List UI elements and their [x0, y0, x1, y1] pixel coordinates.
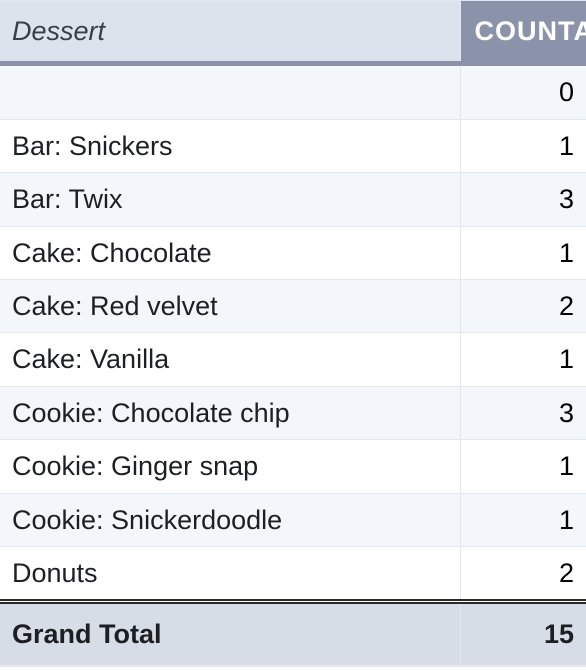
cell-dessert[interactable]: Cake: Red velvet: [0, 279, 460, 332]
table-row[interactable]: Cake: Chocolate 1: [0, 226, 586, 279]
table-row[interactable]: Donuts 2: [0, 546, 586, 601]
cell-count[interactable]: 1: [460, 493, 586, 546]
cell-dessert[interactable]: Cookie: Chocolate chip: [0, 386, 460, 439]
cell-dessert[interactable]: Cookie: Snickerdoodle: [0, 493, 460, 546]
cell-count[interactable]: 2: [460, 546, 586, 601]
pivot-header-row: Dessert COUNTA: [0, 1, 586, 64]
grand-total-value: 15: [460, 602, 586, 666]
cell-dessert[interactable]: Bar: Snickers: [0, 119, 460, 172]
cell-count[interactable]: 1: [460, 119, 586, 172]
cell-dessert[interactable]: Bar: Twix: [0, 173, 460, 226]
cell-dessert[interactable]: Donuts: [0, 546, 460, 601]
table-row[interactable]: Cake: Vanilla 1: [0, 333, 586, 386]
table-row[interactable]: Bar: Twix 3: [0, 173, 586, 226]
cell-count[interactable]: 1: [460, 440, 586, 493]
table-row[interactable]: Cookie: Chocolate chip 3: [0, 386, 586, 439]
cell-count[interactable]: 1: [460, 333, 586, 386]
cell-dessert[interactable]: [0, 64, 460, 119]
table-row[interactable]: Cookie: Snickerdoodle 1: [0, 493, 586, 546]
cell-count[interactable]: 0: [460, 64, 586, 119]
cell-count[interactable]: 2: [460, 279, 586, 332]
table-row[interactable]: Cake: Red velvet 2: [0, 279, 586, 332]
cell-dessert[interactable]: Cake: Chocolate: [0, 226, 460, 279]
pivot-body: 0 Bar: Snickers 1 Bar: Twix 3 Cake: Choc…: [0, 64, 586, 602]
cell-dessert[interactable]: Cake: Vanilla: [0, 333, 460, 386]
cell-count[interactable]: 1: [460, 226, 586, 279]
cell-count[interactable]: 3: [460, 173, 586, 226]
table-row[interactable]: Bar: Snickers 1: [0, 119, 586, 172]
grand-total-label: Grand Total: [0, 602, 460, 666]
cell-dessert[interactable]: Cookie: Ginger snap: [0, 440, 460, 493]
column-header-dessert[interactable]: Dessert: [0, 1, 460, 64]
table-row[interactable]: Cookie: Ginger snap 1: [0, 440, 586, 493]
grand-total-row[interactable]: Grand Total 15: [0, 602, 586, 666]
table-row[interactable]: 0: [0, 64, 586, 119]
pivot-table: Dessert COUNTA 0 Bar: Snickers 1 Bar: Tw…: [0, 0, 586, 667]
column-header-count[interactable]: COUNTA: [460, 1, 586, 64]
cell-count[interactable]: 3: [460, 386, 586, 439]
